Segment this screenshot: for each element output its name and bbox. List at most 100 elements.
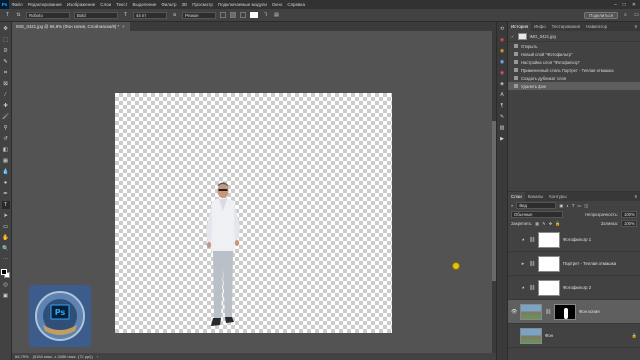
maximize-icon[interactable]: □ xyxy=(623,2,626,8)
shape-tool-icon[interactable]: ▭ xyxy=(2,223,10,231)
menu-view[interactable]: Просмотр xyxy=(190,2,216,7)
more-tools-icon[interactable]: ⋯ xyxy=(2,256,10,264)
menu-edit[interactable]: Редактирование xyxy=(25,2,64,7)
document-tab[interactable]: IMG_0421.jpg @ 66,8% (Фон копия, Слой-ма… xyxy=(12,22,130,31)
menu-filter[interactable]: Фильтр xyxy=(159,2,179,7)
hand-tool-icon[interactable]: ✋ xyxy=(2,234,10,242)
layer-row[interactable]: ▸ ⛓ Портрет - Теплая отмашка xyxy=(508,252,640,276)
filter-type-icon[interactable]: T xyxy=(572,203,575,208)
menu-help[interactable]: Справка xyxy=(285,2,308,7)
tab-navigator[interactable]: Навигатор xyxy=(583,22,610,31)
actions-panel-icon[interactable]: ▶ xyxy=(498,135,506,143)
text-tool-icon[interactable]: T xyxy=(4,12,11,19)
tab-testing[interactable]: Тестирования xyxy=(549,22,583,31)
styles-panel-icon[interactable]: ▨ xyxy=(498,124,506,132)
close-tab-icon[interactable]: × xyxy=(122,24,125,29)
menu-3d[interactable]: 3D xyxy=(179,2,190,7)
text-color-swatch[interactable] xyxy=(250,12,258,18)
brush-tool-icon[interactable]: 🖌 xyxy=(2,113,10,121)
text-orientation-icon[interactable]: ⇅ xyxy=(15,12,22,19)
type-tool-icon[interactable]: T xyxy=(1,201,10,209)
workspace-icon[interactable]: ▭ xyxy=(633,12,640,19)
history-panel-icon[interactable]: ⟲ xyxy=(498,25,506,33)
align-left-button[interactable] xyxy=(220,12,226,18)
swatches-panel-icon[interactable]: ◉ xyxy=(498,47,506,55)
frame-tool-icon[interactable]: ⊠ xyxy=(2,80,10,88)
screen-mode-icon[interactable]: ▣ xyxy=(2,292,10,300)
layer-row[interactable]: Фон 🔒 xyxy=(508,324,640,348)
layer-mask-thumbnail[interactable] xyxy=(538,279,560,296)
tab-channels[interactable]: Каналы xyxy=(525,192,547,201)
layer-mask-thumbnail[interactable] xyxy=(538,255,560,272)
eye-icon[interactable]: 👁 xyxy=(511,309,517,315)
crop-tool-icon[interactable]: ⌗ xyxy=(2,69,10,77)
history-item[interactable]: Примененный стиль Портрет - Теплая отмаш… xyxy=(508,66,640,74)
tab-layers[interactable]: Слои xyxy=(508,192,525,201)
close-icon[interactable]: ✕ xyxy=(632,2,636,8)
lock-all-icon[interactable]: 🔒 xyxy=(555,221,560,227)
font-family-select[interactable]: Roboto xyxy=(26,11,70,19)
align-right-button[interactable] xyxy=(240,12,246,18)
libraries-panel-icon[interactable]: ◉ xyxy=(498,58,506,66)
menu-plugins[interactable]: Подключаемые модули xyxy=(215,2,269,7)
tab-history[interactable]: История xyxy=(508,22,532,31)
tab-paths[interactable]: Контуры xyxy=(546,192,569,201)
menu-select[interactable]: Выделение xyxy=(130,2,159,7)
zoom-tool-icon[interactable]: 🔍 xyxy=(2,245,10,253)
lock-position-icon[interactable]: ✥ xyxy=(549,221,553,226)
history-item-selected[interactable]: Удалить фон xyxy=(508,82,640,90)
menu-layers[interactable]: Слои xyxy=(98,2,114,7)
clone-stamp-tool-icon[interactable]: ⚲ xyxy=(2,124,10,132)
eyedropper-tool-icon[interactable]: ⁄ xyxy=(2,91,10,99)
move-tool-icon[interactable]: ✥ xyxy=(2,25,10,33)
search-icon[interactable]: ⌕ xyxy=(622,12,629,19)
minimize-icon[interactable]: – xyxy=(614,2,617,8)
pen-tool-icon[interactable]: ✒ xyxy=(2,190,10,198)
properties-panel-icon[interactable]: ◈ xyxy=(498,80,506,88)
adjustments-panel-icon[interactable]: ◉ xyxy=(498,69,506,77)
panel-menu-icon[interactable]: ≡ xyxy=(634,24,640,29)
character-panel-icon[interactable]: A xyxy=(498,91,506,99)
layer-name[interactable]: Фотофильтр 2 xyxy=(563,285,591,290)
foreground-color-swatch[interactable] xyxy=(1,269,7,275)
quick-select-tool-icon[interactable]: ✎ xyxy=(2,58,10,66)
layer-mask-thumbnail[interactable] xyxy=(538,231,560,248)
lock-icon[interactable]: 🔒 xyxy=(632,333,637,339)
color-swatches[interactable] xyxy=(1,269,10,278)
warp-text-icon[interactable]: Ꞁ xyxy=(262,12,269,19)
antialias-select[interactable]: Резкое xyxy=(182,11,216,19)
lasso-tool-icon[interactable]: ᘐ xyxy=(2,47,10,55)
history-item[interactable]: Создать дубликат слоя xyxy=(508,74,640,82)
layer-name[interactable]: Фотофильтр 1 xyxy=(563,237,591,242)
marquee-tool-icon[interactable]: ⬚ xyxy=(2,36,10,44)
share-button[interactable]: Поделиться xyxy=(584,11,618,19)
font-style-select[interactable]: Bold xyxy=(74,11,118,19)
history-snapshot[interactable]: ✓ IMG_0421.jpg xyxy=(508,31,640,42)
menu-image[interactable]: Изображение xyxy=(64,2,97,7)
fill-input[interactable]: 100% xyxy=(621,220,637,227)
quick-mask-icon[interactable]: ◎ xyxy=(2,281,10,289)
path-select-tool-icon[interactable]: ➤ xyxy=(2,212,10,220)
lock-pixels-icon[interactable]: ▦ xyxy=(535,221,539,226)
filter-adjustment-icon[interactable]: ◐ xyxy=(566,203,569,208)
menu-type[interactable]: Текст xyxy=(114,2,130,7)
document-canvas[interactable] xyxy=(115,93,392,333)
zoom-level[interactable]: 66,79% xyxy=(15,354,29,359)
history-item[interactable]: Новый слой "Фотофильтр" xyxy=(508,50,640,58)
lock-paint-icon[interactable]: ✎ xyxy=(542,221,546,226)
layers-menu-icon[interactable]: ≡ xyxy=(634,194,640,199)
canvas-area[interactable]: Ps xyxy=(12,31,496,353)
eraser-tool-icon[interactable]: ◧ xyxy=(2,146,10,154)
filter-smart-icon[interactable]: ◫ xyxy=(584,203,588,208)
filter-shape-icon[interactable]: ▭ xyxy=(577,203,581,208)
font-size-select[interactable]: 44 пт xyxy=(133,11,167,19)
layer-thumbnail[interactable] xyxy=(520,303,542,320)
healing-brush-tool-icon[interactable]: ✚ xyxy=(2,102,10,110)
layer-thumbnail[interactable] xyxy=(520,327,542,344)
blur-tool-icon[interactable]: 💧 xyxy=(2,168,10,176)
layer-row-selected[interactable]: 👁 ⛓ Фон копия xyxy=(508,300,640,324)
layer-row[interactable]: ◕ ⛓ Фотофильтр 1 xyxy=(508,228,640,252)
opacity-input[interactable]: 100% xyxy=(621,211,637,218)
layer-mask-thumbnail[interactable] xyxy=(554,303,576,320)
filter-pixel-icon[interactable]: ▣ xyxy=(559,203,563,208)
